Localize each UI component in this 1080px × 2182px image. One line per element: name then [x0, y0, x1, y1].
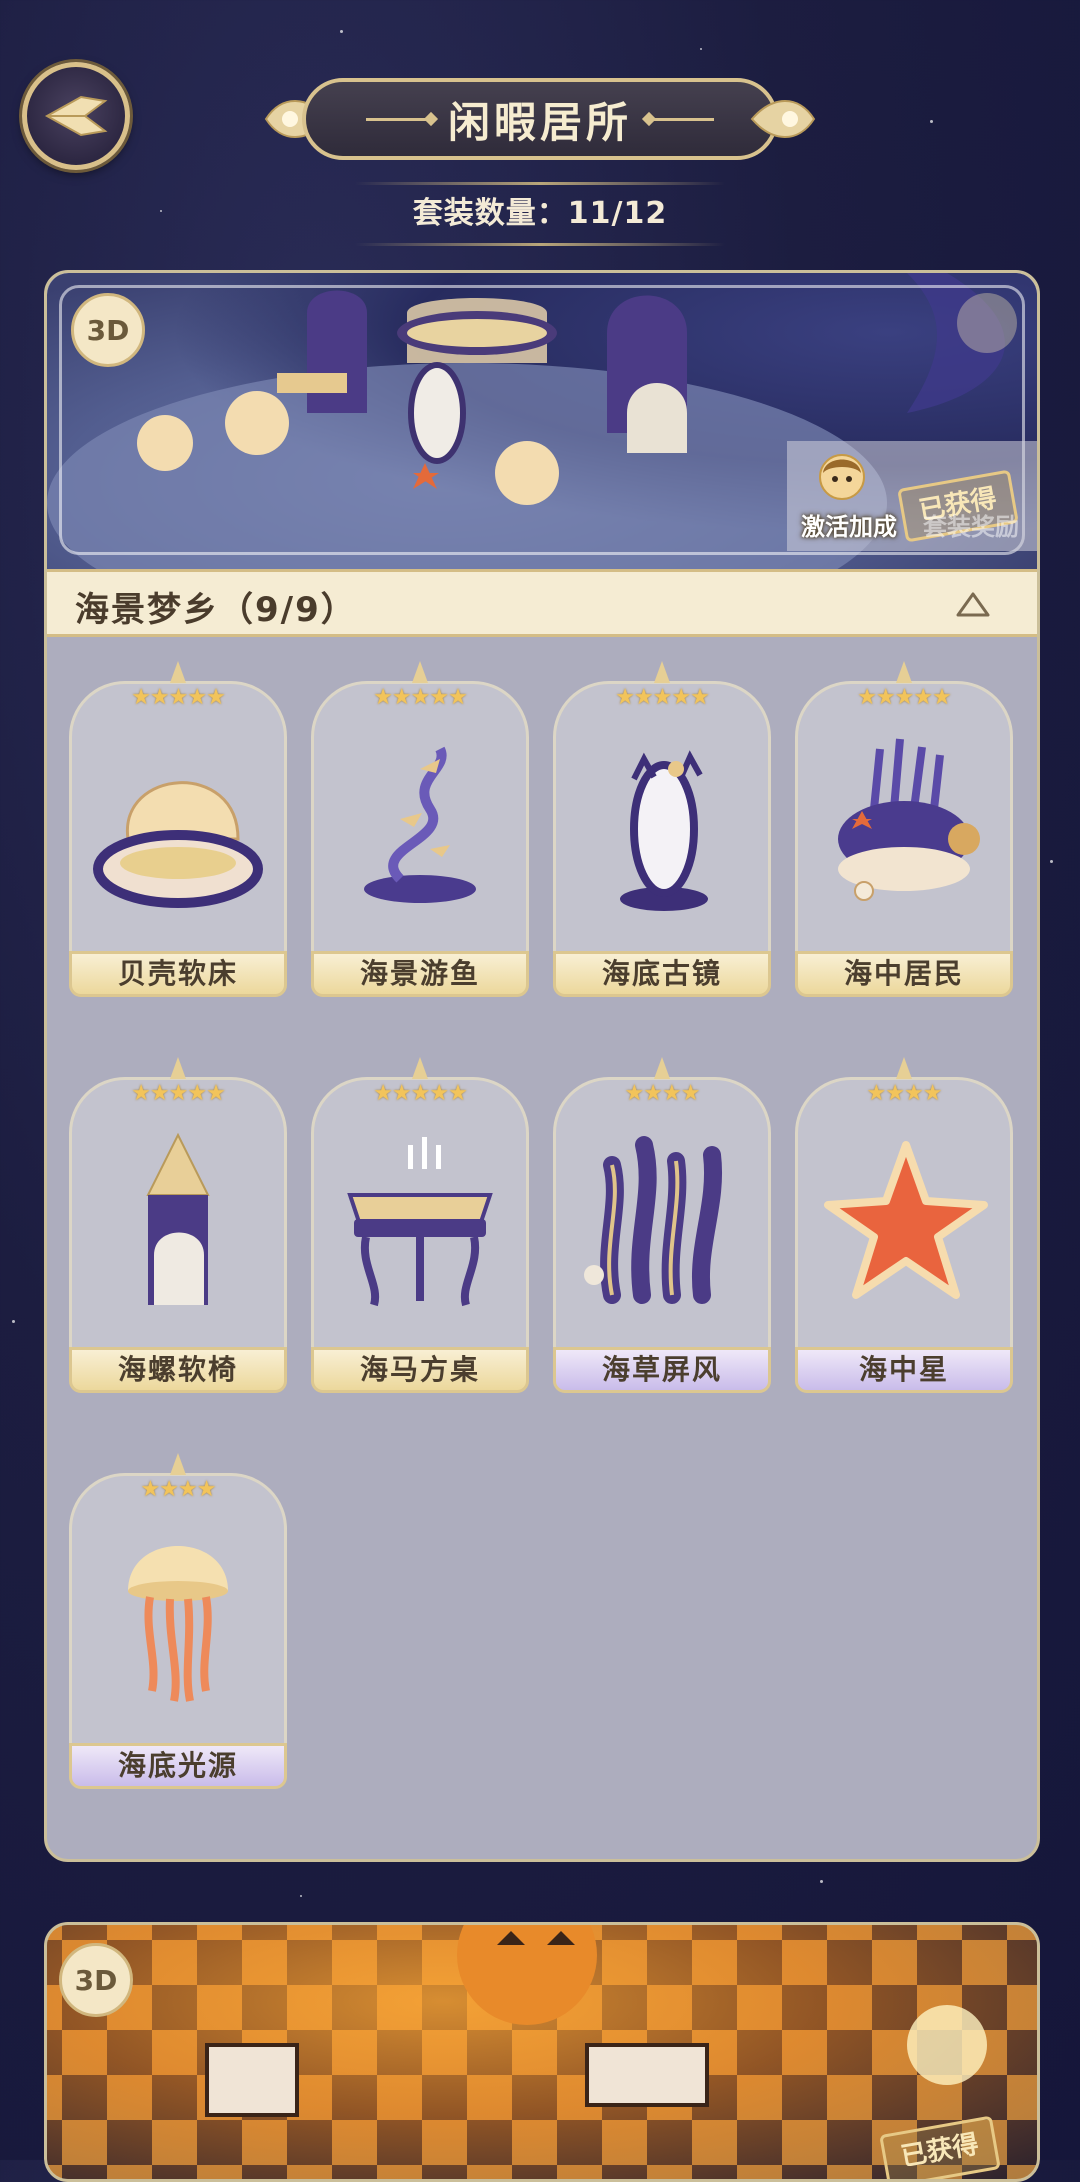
- suit-title-bar[interactable]: 海景梦乡（9/9）: [47, 569, 1037, 637]
- rarity-stars: ★★★★★: [131, 685, 226, 710]
- furniture-name: 海中居民: [795, 951, 1013, 997]
- bg-star: [700, 48, 702, 50]
- furniture-name: 海马方桌: [311, 1347, 529, 1393]
- furniture-card[interactable]: ★★★★ 海底光源: [69, 1451, 287, 1801]
- rarity-stars: ★★★★: [140, 1477, 217, 1502]
- furniture-name: 海中星: [795, 1347, 1013, 1393]
- furniture-card[interactable]: ★★★★★ 海中居民: [795, 659, 1013, 1009]
- swimming-fish-icon: [364, 746, 476, 903]
- rarity-stars: ★★★★★: [857, 685, 952, 710]
- furniture-name: 贝壳软床: [69, 951, 287, 997]
- character-avatar-icon: [819, 454, 865, 500]
- suit-section: 3D 激活加成 已获得 套装奖励 海景梦乡（9/9） ★★★★★ 贝壳软床 ★★…: [44, 270, 1040, 1862]
- rarity-stars: ★★★★: [866, 1081, 943, 1106]
- crown-icon: [412, 1057, 428, 1079]
- furniture-card[interactable]: ★★★★ 海草屏风: [553, 1055, 771, 1405]
- activate-bonus-label[interactable]: 激活加成: [801, 507, 897, 542]
- furniture-card[interactable]: ★★★★★ 海景游鱼: [311, 659, 529, 1009]
- suit-preview-banner[interactable]: 3D 激活加成 已获得 套装奖励: [47, 273, 1037, 569]
- page-title-banner: 闲暇居所: [262, 78, 818, 160]
- ornament-right-icon: [750, 100, 816, 138]
- crown-icon: [170, 1453, 186, 1475]
- bonus-panel: 激活加成 已获得 套装奖励: [787, 441, 1037, 551]
- crown-icon: [896, 661, 912, 683]
- rarity-stars: ★★★★★: [373, 685, 468, 710]
- crown-icon: [896, 1057, 912, 1079]
- bg-star: [300, 1895, 302, 1897]
- 3d-view-badge[interactable]: 3D: [59, 1943, 133, 2017]
- conch-chair-icon: [146, 1132, 210, 1305]
- seahorse-table-icon: [347, 1137, 493, 1307]
- sea-resident-icon: [838, 738, 980, 901]
- furniture-card[interactable]: ★★★★★ 海螺软椅: [69, 1055, 287, 1405]
- bg-star: [160, 210, 162, 212]
- suit-reward-label[interactable]: 套装奖励: [923, 507, 1019, 542]
- suit-count: 套装数量：11/12: [355, 182, 725, 252]
- bg-star: [820, 1880, 823, 1883]
- rarity-stars: ★★★★★: [131, 1081, 226, 1106]
- bg-star: [12, 1320, 15, 1323]
- back-arrow-icon: [44, 95, 108, 137]
- furniture-name: 海底光源: [69, 1743, 287, 1789]
- crown-icon: [412, 661, 428, 683]
- seaweed-screen-icon: [584, 1136, 722, 1304]
- rarity-stars: ★★★★★: [373, 1081, 468, 1106]
- furniture-card[interactable]: ★★★★★ 海马方桌: [311, 1055, 529, 1405]
- suit-section-next[interactable]: 3D 已获得: [44, 1922, 1040, 2182]
- crown-icon: [654, 1057, 670, 1079]
- crown-icon: [170, 661, 186, 683]
- rarity-stars: ★★★★★: [615, 685, 710, 710]
- furniture-name: 海草屏风: [553, 1347, 771, 1393]
- shell-bed-icon: [93, 781, 263, 908]
- furniture-name: 海景游鱼: [311, 951, 529, 997]
- crown-icon: [654, 661, 670, 683]
- rarity-stars: ★★★★: [624, 1081, 701, 1106]
- bg-star: [930, 120, 933, 123]
- furniture-card[interactable]: ★★★★★ 贝壳软床: [69, 659, 287, 1009]
- furniture-card[interactable]: ★★★★★ 海底古镜: [553, 659, 771, 1009]
- furniture-card[interactable]: ★★★★ 海中星: [795, 1055, 1013, 1405]
- collapse-triangle-icon[interactable]: [955, 590, 991, 618]
- page-title-text: 闲暇居所: [447, 97, 632, 147]
- ancient-mirror-icon: [620, 750, 708, 911]
- bg-star: [1050, 860, 1053, 863]
- crown-icon: [170, 1057, 186, 1079]
- page-title: 闲暇居所: [302, 78, 778, 160]
- jellyfish-lamp-icon: [128, 1546, 228, 1702]
- bg-star: [340, 30, 343, 33]
- furniture-name: 海底古镜: [553, 951, 771, 997]
- suit-count-text: 套装数量：11/12: [412, 196, 668, 231]
- starfish-icon: [824, 1141, 988, 1299]
- 3d-view-badge[interactable]: 3D: [71, 293, 145, 367]
- suit-name: 海景梦乡（9/9）: [75, 590, 357, 630]
- back-button[interactable]: [22, 62, 130, 170]
- furniture-name: 海螺软椅: [69, 1347, 287, 1393]
